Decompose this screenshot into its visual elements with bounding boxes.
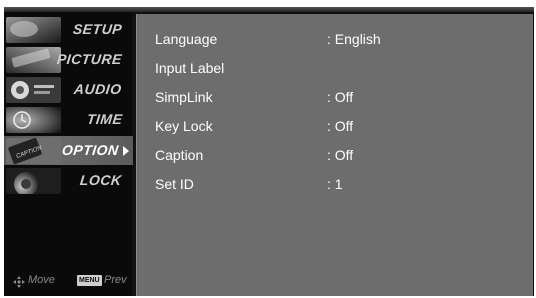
- sidebar-item-label: OPTION: [61, 142, 120, 158]
- option-label: Set ID: [155, 176, 194, 192]
- option-value: : Off: [327, 147, 354, 163]
- option-label: Key Lock: [155, 118, 213, 134]
- option-thumbnail-icon: CAPTION: [6, 138, 61, 164]
- sidebar-item-setup[interactable]: SETUP: [4, 15, 130, 44]
- option-value: : English: [327, 31, 381, 47]
- option-row-language[interactable]: Language : English: [155, 29, 515, 51]
- tv-menu-screen: SETUP PICTURE AUDIO TIME CAPTION OPTION: [0, 0, 536, 298]
- option-row-key-lock[interactable]: Key Lock : Off: [155, 116, 515, 138]
- picture-thumbnail-icon: [6, 47, 61, 73]
- selected-arrow-icon: [123, 146, 129, 156]
- option-label: SimpLink: [155, 89, 213, 105]
- hint-move-label: Move: [28, 274, 55, 286]
- sidebar-item-label: TIME: [85, 111, 123, 127]
- sidebar-item-time[interactable]: TIME: [4, 105, 130, 134]
- option-label: Input Label: [155, 60, 225, 76]
- option-row-caption[interactable]: Caption : Off: [155, 145, 515, 167]
- sidebar-item-label: AUDIO: [73, 81, 123, 97]
- sidebar-item-picture[interactable]: PICTURE: [4, 45, 130, 74]
- sidebar-item-lock[interactable]: LOCK: [4, 166, 130, 195]
- option-label: Caption: [155, 147, 204, 163]
- time-thumbnail-icon: [6, 107, 61, 133]
- option-settings-panel: Language : English Input Label SimpLink …: [136, 14, 533, 296]
- setup-thumbnail-icon: [6, 17, 61, 43]
- navigation-hint-bar: Move MENU Prev: [4, 270, 130, 292]
- menu-key-icon: MENU: [77, 275, 102, 286]
- sidebar-item-label: PICTURE: [56, 51, 123, 67]
- option-row-simplink[interactable]: SimpLink : Off: [155, 87, 515, 109]
- sidebar-item-option[interactable]: CAPTION OPTION: [4, 136, 133, 165]
- option-label: Language: [155, 31, 218, 47]
- audio-thumbnail-icon: [6, 77, 61, 103]
- hint-prev-label: Prev: [104, 274, 127, 286]
- sidebar-item-audio[interactable]: AUDIO: [4, 75, 130, 104]
- option-value: : Off: [327, 89, 354, 105]
- sidebar-item-label: SETUP: [71, 21, 123, 37]
- option-row-input-label[interactable]: Input Label: [155, 58, 515, 80]
- option-value: : 1: [327, 176, 343, 192]
- lock-thumbnail-icon: [6, 168, 61, 194]
- option-value: : Off: [327, 118, 354, 134]
- dpad-move-icon: [13, 275, 25, 288]
- option-row-set-id[interactable]: Set ID : 1: [155, 174, 515, 196]
- category-sidebar: SETUP PICTURE AUDIO TIME CAPTION OPTION: [4, 12, 133, 296]
- sidebar-item-label: LOCK: [79, 172, 123, 188]
